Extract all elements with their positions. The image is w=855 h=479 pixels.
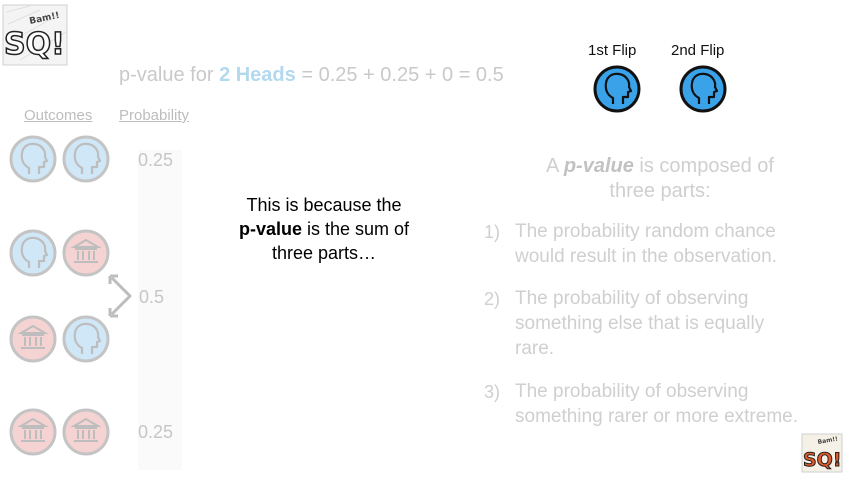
svg-text:SQ!: SQ! bbox=[4, 27, 65, 62]
right-panel-title: A p-value is composed of three parts: bbox=[505, 154, 815, 204]
center-line3: three parts… bbox=[271, 243, 377, 263]
item1-number: 1) bbox=[484, 222, 501, 242]
item3-line1: The probability of observing bbox=[515, 381, 749, 402]
item1-line1: The probability random chance bbox=[515, 221, 776, 242]
formula-suffix: = 0.25 + 0.25 + 0 = 0.5 bbox=[295, 64, 504, 86]
title-prefix: A bbox=[546, 155, 564, 177]
bracket-arrow-icon bbox=[108, 274, 132, 318]
pvalue-formula: p-value for 2 Heads = 0.25 + 0.25 + 0 = … bbox=[119, 64, 504, 87]
formula-prefix: p-value for bbox=[119, 64, 220, 86]
item1-text: The probability random chance would resu… bbox=[515, 219, 845, 269]
second-flip-heads-coin-icon bbox=[679, 65, 727, 113]
first-flip-heads-coin-icon bbox=[593, 65, 641, 113]
item2-line2: something else that is equally bbox=[515, 313, 765, 334]
center-line2: p-value is the sum of bbox=[214, 217, 434, 241]
outcomes-heading: Outcomes bbox=[24, 107, 93, 124]
item2-number: 2) bbox=[484, 289, 501, 309]
statquest-small-logo: Bam!! SQ! bbox=[801, 433, 843, 473]
center-bold-term: p-value bbox=[238, 219, 302, 239]
outcome3-second-heads-icon bbox=[62, 315, 110, 363]
outcome-coins bbox=[9, 135, 110, 456]
item3-number: 3) bbox=[484, 382, 501, 402]
outcome4-second-tails-icon bbox=[62, 408, 110, 456]
item2-text: The probability of observing something e… bbox=[515, 286, 845, 361]
statquest-logo: Bam!! SQ! bbox=[2, 4, 68, 66]
item3-line2: something rarer or more extreme. bbox=[515, 406, 798, 427]
probability-middle: 0.5 bbox=[139, 287, 165, 307]
formula-highlight: 2 Heads bbox=[219, 64, 296, 86]
item2-line3: rare. bbox=[515, 338, 555, 359]
title-line2: three parts: bbox=[609, 180, 711, 202]
probability-heading: Probability bbox=[119, 107, 190, 124]
title-term: p-value bbox=[563, 155, 634, 177]
outcome1-second-heads-icon bbox=[62, 135, 110, 183]
outcome2-first-heads-icon bbox=[9, 229, 57, 277]
second-flip-label: 2nd Flip bbox=[671, 42, 725, 59]
item3-text: The probability of observing something r… bbox=[515, 379, 845, 429]
item1-line2: would result in the observation. bbox=[515, 246, 777, 267]
outcome4-first-tails-icon bbox=[9, 408, 57, 456]
probability-top: 0.25 bbox=[138, 150, 174, 170]
outcome1-first-heads-icon bbox=[9, 135, 57, 183]
outcome3-first-tails-icon bbox=[9, 315, 57, 363]
title-suffix: is composed of bbox=[633, 155, 774, 177]
item2-line1: The probability of observing bbox=[515, 288, 749, 309]
probability-bottom: 0.25 bbox=[138, 422, 174, 442]
center-line2-rest: is the sum of bbox=[301, 219, 410, 239]
center-line1: This is because the bbox=[246, 195, 402, 215]
first-flip-label: 1st Flip bbox=[588, 42, 637, 59]
outcome2-second-tails-icon bbox=[62, 229, 110, 277]
svg-text:SQ!: SQ! bbox=[803, 449, 842, 471]
center-explanation: This is because the p-value is the sum o… bbox=[214, 193, 434, 265]
